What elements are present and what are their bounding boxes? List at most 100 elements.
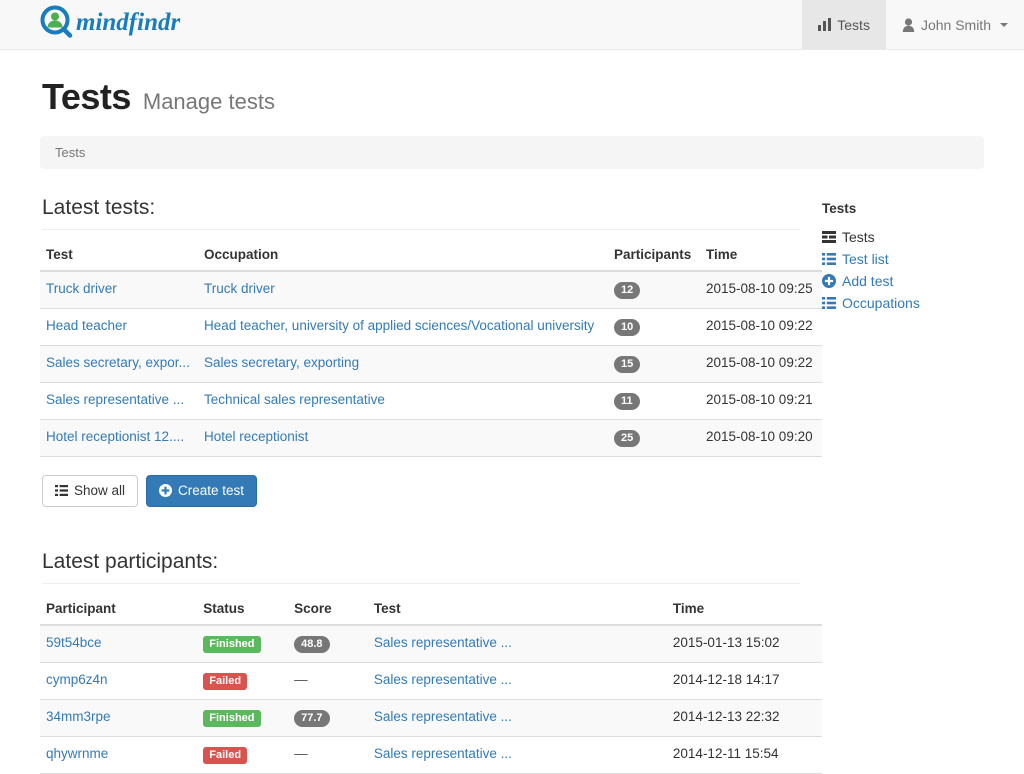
breadcrumb-item-tests: Tests — [55, 145, 86, 160]
content-columns: Latest tests: Test Occupation Participan… — [40, 195, 984, 774]
participant-time: 2014-12-18 14:17 — [666, 661, 822, 700]
table-row: 34mm3rpe Finished 77.7 Sales representat… — [40, 698, 822, 737]
status-badge: Failed — [203, 672, 248, 690]
test-time: 2015-08-10 09:22 — [700, 308, 822, 346]
nav-item-tests-label: Tests — [837, 16, 870, 33]
score-badge: 48.8 — [294, 635, 330, 653]
participant-link[interactable]: 34mm3rpe — [46, 709, 111, 724]
participant-time: 2015-01-13 15:02 — [666, 624, 822, 663]
participant-link[interactable]: cymp6z4n — [46, 672, 108, 687]
occupation-link[interactable]: Hotel receptionist — [204, 429, 308, 444]
latest-tests-heading: Latest tests: — [42, 195, 800, 231]
show-all-button-label: Show all — [74, 483, 126, 499]
column-header-time: Time — [666, 592, 822, 626]
list-icon — [55, 485, 68, 497]
breadcrumb: Tests — [40, 136, 984, 169]
occupation-link[interactable]: Head teacher, university of applied scie… — [204, 318, 594, 333]
test-time: 2015-08-10 09:22 — [700, 345, 822, 383]
create-test-button[interactable]: Create test — [146, 475, 258, 507]
test-time: 2015-08-10 09:25 — [700, 270, 822, 309]
occupation-link[interactable]: Sales secretary, exporting — [204, 355, 359, 370]
magnifier-person-logo-icon: mindfindr — [38, 5, 288, 44]
sidebar-item-occupations-label: Occupations — [842, 295, 920, 311]
sidebar-item-add-test[interactable]: Add test — [822, 270, 1002, 292]
participant-test-link[interactable]: Sales representative ... — [374, 672, 512, 687]
table-row: Sales representative ... Technical sales… — [40, 382, 822, 420]
status-badge: Finished — [203, 709, 261, 727]
test-name-link[interactable]: Sales representative ... — [46, 392, 184, 407]
column-header-score: Score — [288, 592, 368, 626]
test-name-link[interactable]: Head teacher — [46, 318, 127, 333]
participant-test-link[interactable]: Sales representative ... — [374, 746, 512, 761]
table-header-row: Test Occupation Participants Time — [40, 239, 822, 273]
sidebar-item-add-test-label: Add test — [842, 273, 894, 289]
sidebar-item-test-list[interactable]: Test list — [822, 248, 1002, 270]
table-header-row: Participant Status Score Test Time — [40, 592, 822, 626]
column-header-participant: Participant — [40, 592, 198, 626]
test-name-link[interactable]: Truck driver — [46, 281, 117, 296]
page-header: Tests Manage tests — [40, 50, 984, 136]
sidebar-item-tests-label: Tests — [842, 229, 875, 245]
score-empty: — — [294, 671, 308, 687]
latest-participants-heading: Latest participants: — [42, 549, 800, 584]
main-column: Latest tests: Test Occupation Participan… — [40, 195, 822, 774]
tests-action-buttons: Show all Create test — [42, 475, 800, 507]
list-icon — [822, 253, 836, 265]
nav-item-user-menu[interactable]: John Smith — [886, 0, 1024, 49]
participant-link[interactable]: 59t54bce — [46, 635, 102, 650]
column-header-status: Status — [197, 592, 289, 626]
participants-badge: 12 — [614, 282, 641, 300]
column-header-test: Test — [367, 592, 667, 626]
list-icon — [822, 297, 836, 309]
participants-badge: 10 — [614, 319, 641, 337]
sidebar-item-test-list-label: Test list — [842, 251, 889, 267]
create-test-button-label: Create test — [178, 483, 245, 499]
svg-text:mindfindr: mindfindr — [76, 9, 180, 36]
test-name-link[interactable]: Hotel receptionist 12.... — [46, 429, 184, 444]
test-name-link[interactable]: Sales secretary, expor... — [46, 355, 190, 370]
right-sidebar: Tests Tests Test list Add test Occupatio… — [822, 195, 1002, 314]
page-subtitle: Manage tests — [142, 89, 275, 114]
participant-time: 2014-12-13 22:32 — [666, 698, 822, 737]
sidebar-item-occupations[interactable]: Occupations — [822, 292, 1002, 314]
test-time: 2015-08-10 09:20 — [700, 419, 822, 458]
bar-chart-icon — [818, 18, 832, 31]
column-header-time: Time — [700, 239, 822, 273]
page-title: Tests — [42, 76, 131, 117]
plus-circle-icon — [159, 484, 173, 498]
score-badge: 77.7 — [294, 709, 330, 727]
participant-link[interactable]: qhywrnme — [46, 746, 108, 761]
occupation-link[interactable]: Truck driver — [204, 281, 275, 296]
score-empty: — — [294, 745, 308, 761]
status-badge: Failed — [203, 746, 248, 764]
table-row: Truck driver Truck driver 12 2015-08-10 … — [40, 270, 822, 309]
column-header-test: Test — [40, 239, 198, 273]
occupation-link[interactable]: Technical sales representative — [204, 392, 385, 407]
latest-tests-table: Test Occupation Participants Time Truck … — [40, 239, 822, 458]
participant-test-link[interactable]: Sales representative ... — [374, 709, 512, 724]
column-header-participants: Participants — [608, 239, 700, 273]
user-icon — [902, 17, 915, 32]
table-row: Sales secretary, expor... Sales secretar… — [40, 345, 822, 383]
table-row: Head teacher Head teacher, university of… — [40, 308, 822, 346]
test-time: 2015-08-10 09:21 — [700, 382, 822, 420]
nav-item-tests[interactable]: Tests — [802, 0, 886, 49]
participants-badge: 11 — [614, 393, 640, 411]
table-row: Hotel receptionist 12.... Hotel receptio… — [40, 419, 822, 458]
sidebar-title: Tests — [822, 201, 857, 216]
nav-item-user-label: John Smith — [920, 16, 991, 33]
status-badge: Finished — [203, 635, 261, 653]
plus-circle-icon — [822, 274, 836, 288]
show-all-button[interactable]: Show all — [42, 475, 139, 507]
brand-logo-link[interactable]: mindfindr — [0, 0, 303, 49]
participants-badge: 15 — [614, 356, 641, 374]
top-navbar: mindfindr Tests John Smith — [0, 0, 1024, 50]
table-row: 59t54bce Finished 48.8 Sales representat… — [40, 624, 822, 663]
participants-badge: 25 — [614, 430, 641, 448]
column-header-occupation: Occupation — [198, 239, 608, 273]
sidebar-item-tests[interactable]: Tests — [822, 226, 1002, 248]
participant-test-link[interactable]: Sales representative ... — [374, 635, 512, 650]
latest-participants-table: Participant Status Score Test Time 59t54… — [40, 592, 822, 774]
chevron-down-icon — [1000, 22, 1008, 27]
